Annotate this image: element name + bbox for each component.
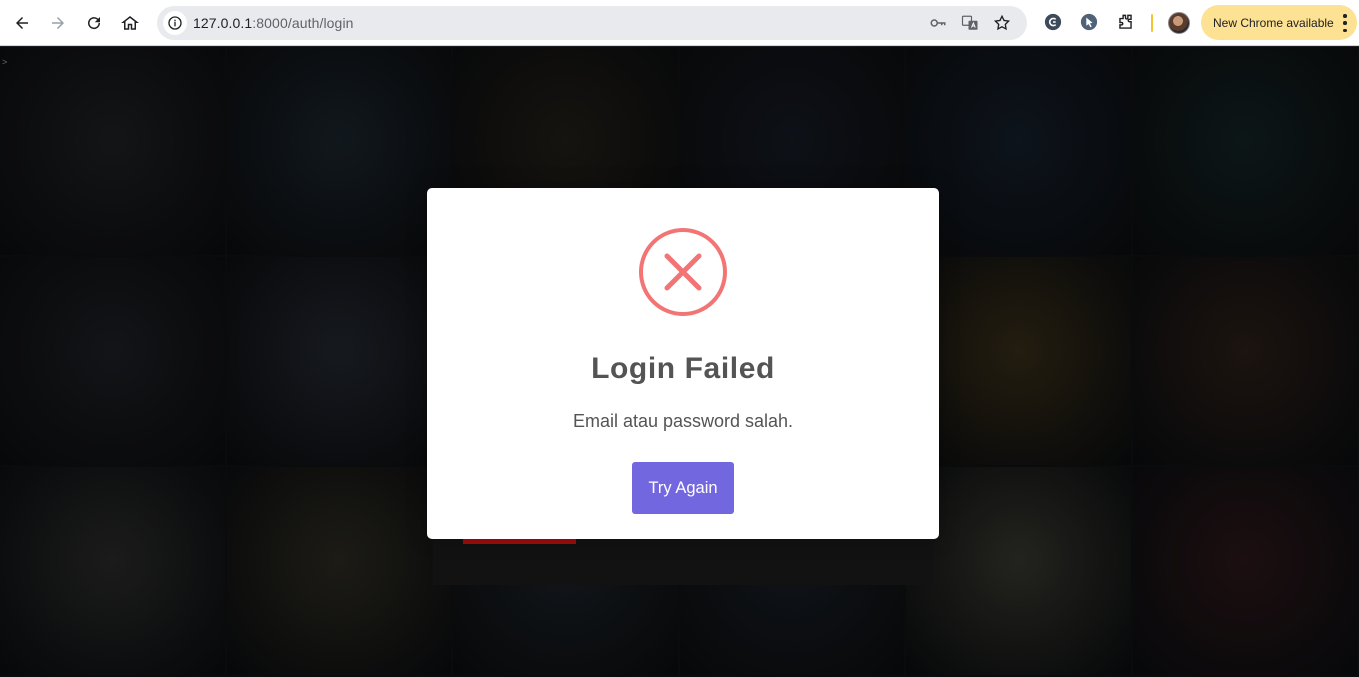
- chrome-update-label: New Chrome available: [1213, 15, 1334, 30]
- profile-avatar[interactable]: [1168, 12, 1190, 34]
- login-card: [433, 537, 933, 585]
- address-bar[interactable]: 127.0.0.1:8000/auth/login: [157, 6, 1027, 40]
- bookmark-star-icon[interactable]: [993, 14, 1011, 32]
- try-again-button[interactable]: Try Again: [632, 462, 734, 514]
- corner-mark: >: [2, 57, 8, 67]
- extension-cursor-icon[interactable]: [1079, 12, 1099, 32]
- back-icon[interactable]: [8, 9, 36, 37]
- url-path: :8000/auth/login: [252, 15, 354, 31]
- extension-grammar-icon[interactable]: [1043, 12, 1063, 32]
- browser-toolbar: 127.0.0.1:8000/auth/login New Chrome ava…: [0, 0, 1359, 46]
- menu-kebab-icon[interactable]: [1343, 14, 1347, 32]
- site-info-icon[interactable]: [163, 11, 187, 35]
- error-dialog: Login Failed Email atau password salah. …: [427, 188, 939, 539]
- dialog-title: Login Failed: [591, 352, 775, 385]
- toolbar-divider: [1151, 14, 1153, 32]
- dialog-message: Email atau password salah.: [572, 411, 794, 431]
- translate-icon[interactable]: [961, 14, 979, 32]
- chrome-update-button[interactable]: New Chrome available: [1201, 5, 1357, 40]
- reload-icon[interactable]: [80, 9, 108, 37]
- forward-icon[interactable]: [44, 9, 72, 37]
- extensions-puzzle-icon[interactable]: [1115, 12, 1135, 32]
- url-text[interactable]: 127.0.0.1:8000/auth/login: [193, 15, 354, 31]
- home-icon[interactable]: [116, 9, 144, 37]
- password-key-icon[interactable]: [929, 14, 947, 32]
- error-x-icon: [639, 228, 727, 316]
- url-host: 127.0.0.1: [193, 15, 253, 31]
